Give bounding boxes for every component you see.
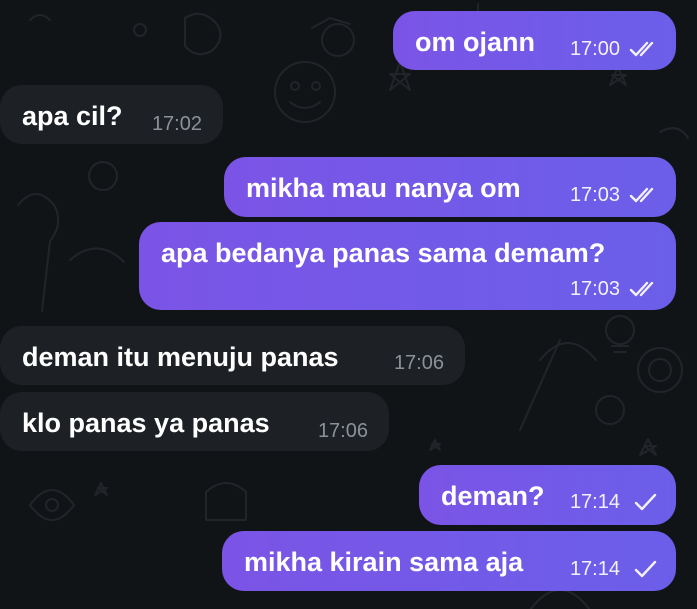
message-text: mikha mau nanya om [246, 173, 521, 203]
message-bubble-outgoing[interactable]: om ojann 17:00 [393, 11, 676, 70]
message-bubble-outgoing[interactable]: apa bedanya panas sama demam? 17:03 [139, 222, 676, 310]
message-text: om ojann [415, 27, 535, 57]
message-meta: 17:02 [152, 113, 202, 135]
double-check-icon [629, 281, 654, 297]
message-text: deman? [441, 481, 545, 511]
message-text: klo panas ya panas [22, 408, 270, 438]
single-check-icon [634, 493, 657, 511]
message-time: 17:02 [151, 113, 202, 135]
message-time: 17:14 [569, 491, 620, 513]
message-time: 17:14 [569, 558, 620, 580]
message-text: apa bedanya panas sama demam? [161, 238, 606, 268]
message-text: deman itu menuju panas [22, 342, 339, 372]
message-time: 17:03 [569, 278, 620, 300]
chat-history[interactable]: om ojann 17:00 apa cil? 17:02 mikha mau … [0, 0, 697, 609]
message-meta: 17:03 [570, 278, 662, 300]
message-bubble-incoming[interactable]: klo panas ya panas 17:06 [0, 392, 389, 451]
message-bubble-outgoing[interactable]: mikha kirain sama aja 17:14 [222, 531, 676, 591]
message-meta: 17:00 [570, 38, 662, 60]
message-time: 17:03 [569, 184, 620, 206]
message-meta: 17:14 [570, 558, 662, 580]
double-check-icon [629, 187, 654, 203]
message-meta: 17:14 [570, 491, 662, 513]
message-meta: 17:06 [318, 420, 368, 442]
message-bubble-outgoing[interactable]: mikha mau nanya om 17:03 [224, 157, 676, 217]
single-check-icon [634, 560, 657, 578]
message-bubble-incoming[interactable]: apa cil? 17:02 [0, 85, 223, 144]
double-check-icon [629, 41, 654, 57]
message-bubble-outgoing[interactable]: deman? 17:14 [419, 465, 676, 525]
message-time: 17:06 [317, 420, 368, 442]
message-text: mikha kirain sama aja [244, 547, 524, 577]
message-meta: 17:03 [570, 184, 662, 206]
message-text: apa cil? [22, 101, 123, 131]
message-time: 17:00 [569, 38, 620, 60]
message-bubble-incoming[interactable]: deman itu menuju panas 17:06 [0, 326, 465, 385]
message-time: 17:06 [393, 352, 444, 374]
message-meta: 17:06 [394, 352, 444, 374]
